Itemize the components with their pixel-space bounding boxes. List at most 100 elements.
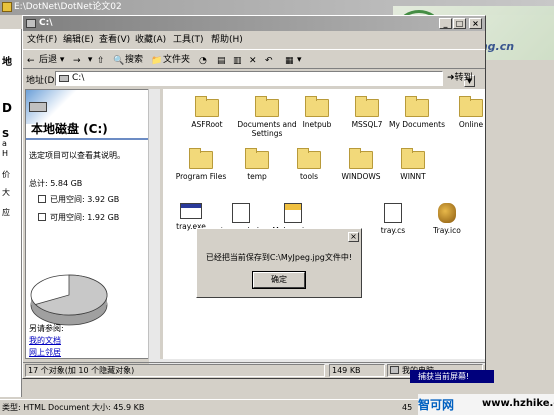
file-item[interactable]: WINNT — [381, 148, 445, 181]
free-space: 可用空间: 1.92 GB — [50, 213, 120, 222]
go-button[interactable]: ➜转到 — [447, 71, 483, 86]
used-legend-swatch — [38, 195, 46, 203]
minimize-button[interactable]: _ — [439, 18, 452, 29]
undo-button[interactable]: ↶ — [265, 53, 277, 67]
outer-left-label: 价 — [2, 170, 10, 179]
toolbar: ← 后退 ▾ → ▾ ⇧ 🔍搜索 📁文件夹 ◔ ▤ ▥ ✕ ↶ ▦ ▾ — [23, 49, 485, 69]
ok-button[interactable]: 确定 — [252, 271, 306, 289]
outer-status-text: 类型: HTML Document 大小: 45.9 KB — [2, 403, 145, 412]
folder-icon — [355, 96, 379, 117]
see-also-label: 另请参阅: — [29, 324, 64, 333]
explorer-title-bar: C:\ _ □ × — [23, 16, 485, 31]
undo-icon: ↶ — [265, 56, 273, 66]
file-item[interactable]: Online — [439, 96, 503, 129]
link-network-places[interactable]: 网上邻居 — [29, 347, 61, 358]
drive-icon — [59, 75, 69, 82]
search-icon: 🔍 — [113, 56, 125, 66]
hard-drive-icon — [29, 102, 47, 112]
file-name: Tray.ico — [433, 226, 461, 235]
folder-icon — [459, 96, 483, 117]
file-item[interactable]: Tray.ico — [415, 203, 479, 235]
total-size: 总计: 5.84 GB — [29, 179, 83, 188]
folder-icon — [2, 2, 12, 12]
menu-tools[interactable]: 工具(T) — [173, 32, 204, 48]
go-label: 转到 — [454, 73, 473, 83]
banner-divider — [26, 138, 148, 140]
site-url: www.hzhike.com — [482, 398, 554, 409]
menu-edit[interactable]: 编辑(E) — [63, 32, 94, 48]
drive-icon — [26, 19, 36, 28]
history-button[interactable]: ◔ — [199, 53, 211, 67]
pane-hint: 选定项目可以查看其说明。 — [29, 151, 125, 160]
up-button[interactable]: ⇧ — [97, 53, 109, 67]
site-watermark: 智可网 www.hzhike.com — [418, 394, 554, 415]
folder-icon — [189, 148, 213, 169]
file-list: ASFRoot Documents and Settings Inetpub MSSQ… — [163, 89, 485, 359]
used-space: 已用空间: 3.92 GB — [50, 195, 120, 204]
folders-label: 文件夹 — [163, 55, 191, 65]
copy-to-button[interactable]: ▥ — [233, 53, 245, 67]
folder-icon — [255, 96, 279, 117]
file-item[interactable]: Program Files — [169, 148, 233, 181]
exe-file-icon — [180, 203, 202, 219]
folder-icon — [349, 148, 373, 169]
dialog-close-button[interactable]: × — [348, 232, 359, 242]
forward-button[interactable]: → ▾ — [73, 53, 92, 67]
outer-status-right: 45 — [402, 403, 413, 412]
explorer-window: C:\ _ □ × 文件(F) 编辑(E) 查看(V) 收藏(A) 工具(T) … — [22, 15, 486, 379]
file-name: WINNT — [400, 172, 426, 181]
address-label: 地址(D) — [26, 76, 58, 86]
file-file-icon — [384, 203, 402, 223]
outer-left-label: H — [2, 149, 9, 158]
address-value: C:\ — [72, 73, 85, 83]
disk-usage-pie — [30, 274, 108, 326]
file-name: ASFRoot — [191, 120, 223, 129]
address-input[interactable]: C:\ ▼ — [55, 71, 475, 87]
used-space-row: 已用空间: 3.92 GB — [38, 194, 119, 205]
close-button[interactable]: × — [469, 18, 482, 29]
dialog-message: 已经把当前保存到C:\MyJpeg.jpg文件中! — [205, 253, 353, 262]
go-arrow-icon: ➜ — [447, 73, 455, 83]
back-label: 后退 — [39, 55, 58, 65]
menu-file[interactable]: 文件(F) — [27, 32, 57, 48]
folder-info-pane: 本地磁盘 (C:) 选定项目可以查看其说明。 总计: 5.84 GB 已用空间:… — [25, 89, 149, 359]
history-icon: ◔ — [199, 56, 207, 66]
outer-left-label: D — [2, 101, 12, 115]
folders-icon: 📁 — [151, 56, 163, 66]
delete-icon: ✕ — [249, 56, 257, 66]
folder-icon — [297, 148, 321, 169]
back-button[interactable]: ← 后退 ▾ — [27, 53, 64, 67]
move-to-icon: ▤ — [217, 56, 226, 66]
delete-button[interactable]: ✕ — [249, 53, 261, 67]
search-button[interactable]: 🔍搜索 — [113, 53, 143, 67]
file-name: Online — [458, 120, 484, 129]
views-button[interactable]: ▦ ▾ — [285, 53, 302, 67]
folders-button[interactable]: 📁文件夹 — [151, 53, 190, 67]
message-dialog: × 已经把当前保存到C:\MyJpeg.jpg文件中! 确定 — [196, 228, 362, 298]
address-bar: 地址(D) C:\ ▼ ➜转到 — [23, 69, 485, 88]
maximize-button[interactable]: □ — [453, 18, 466, 29]
drive-title: 本地磁盘 (C:) — [31, 122, 108, 136]
computer-icon — [390, 366, 399, 374]
move-to-button[interactable]: ▤ — [217, 53, 229, 67]
outer-left-label: a — [2, 139, 7, 148]
status-size: 149 KB — [329, 364, 385, 377]
menu-favorites[interactable]: 收藏(A) — [135, 32, 166, 48]
ico-file-icon — [438, 203, 456, 223]
file-item[interactable]: ASFRoot — [175, 96, 239, 129]
up-folder-icon: ⇧ — [97, 56, 105, 66]
folder-icon — [401, 148, 425, 169]
menu-help[interactable]: 帮助(H) — [211, 32, 243, 48]
search-label: 搜索 — [125, 55, 144, 65]
outer-left-label: 应 — [2, 208, 10, 217]
link-my-documents[interactable]: 我的文档 — [29, 335, 61, 346]
outer-window-title: E:\DotNet\DotNet论文02 — [14, 2, 122, 12]
site-name: 智可网 — [418, 398, 455, 412]
outer-left-label: 大 — [2, 188, 10, 197]
free-legend-swatch — [38, 213, 46, 221]
folder-icon — [305, 96, 329, 117]
outer-left-pane: 地 S a H 价 大 应 D — [0, 29, 22, 397]
menu-view[interactable]: 查看(V) — [99, 32, 130, 48]
explorer-title: C:\ — [39, 18, 53, 28]
capture-screen-tooltip[interactable]: 捕获当前屏幕! — [410, 370, 494, 383]
